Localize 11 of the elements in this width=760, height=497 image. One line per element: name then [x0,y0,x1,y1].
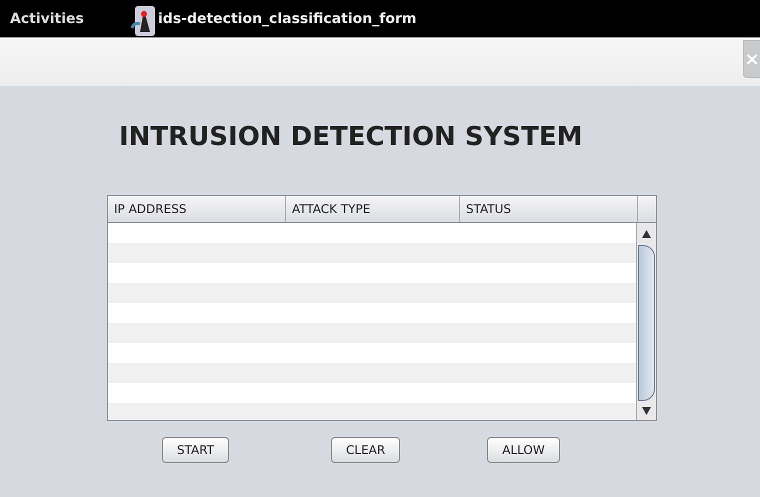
scrollbar[interactable] [636,223,656,420]
page-heading: INTRUSION DETECTION SYSTEM [119,122,583,154]
action-button[interactable]: ALLOW [487,437,560,463]
column-header[interactable]: ATTACK TYPE [286,196,460,222]
scroll-thumb[interactable] [638,245,655,401]
window-title: ids-detection_classification_form [158,10,416,26]
activities-button[interactable]: Activities [0,10,130,26]
action-button[interactable]: START [162,437,230,463]
action-button[interactable]: CLEAR [331,437,400,463]
column-header[interactable]: IP ADDRESS [108,196,286,222]
column-header[interactable]: STATUS [460,196,638,222]
